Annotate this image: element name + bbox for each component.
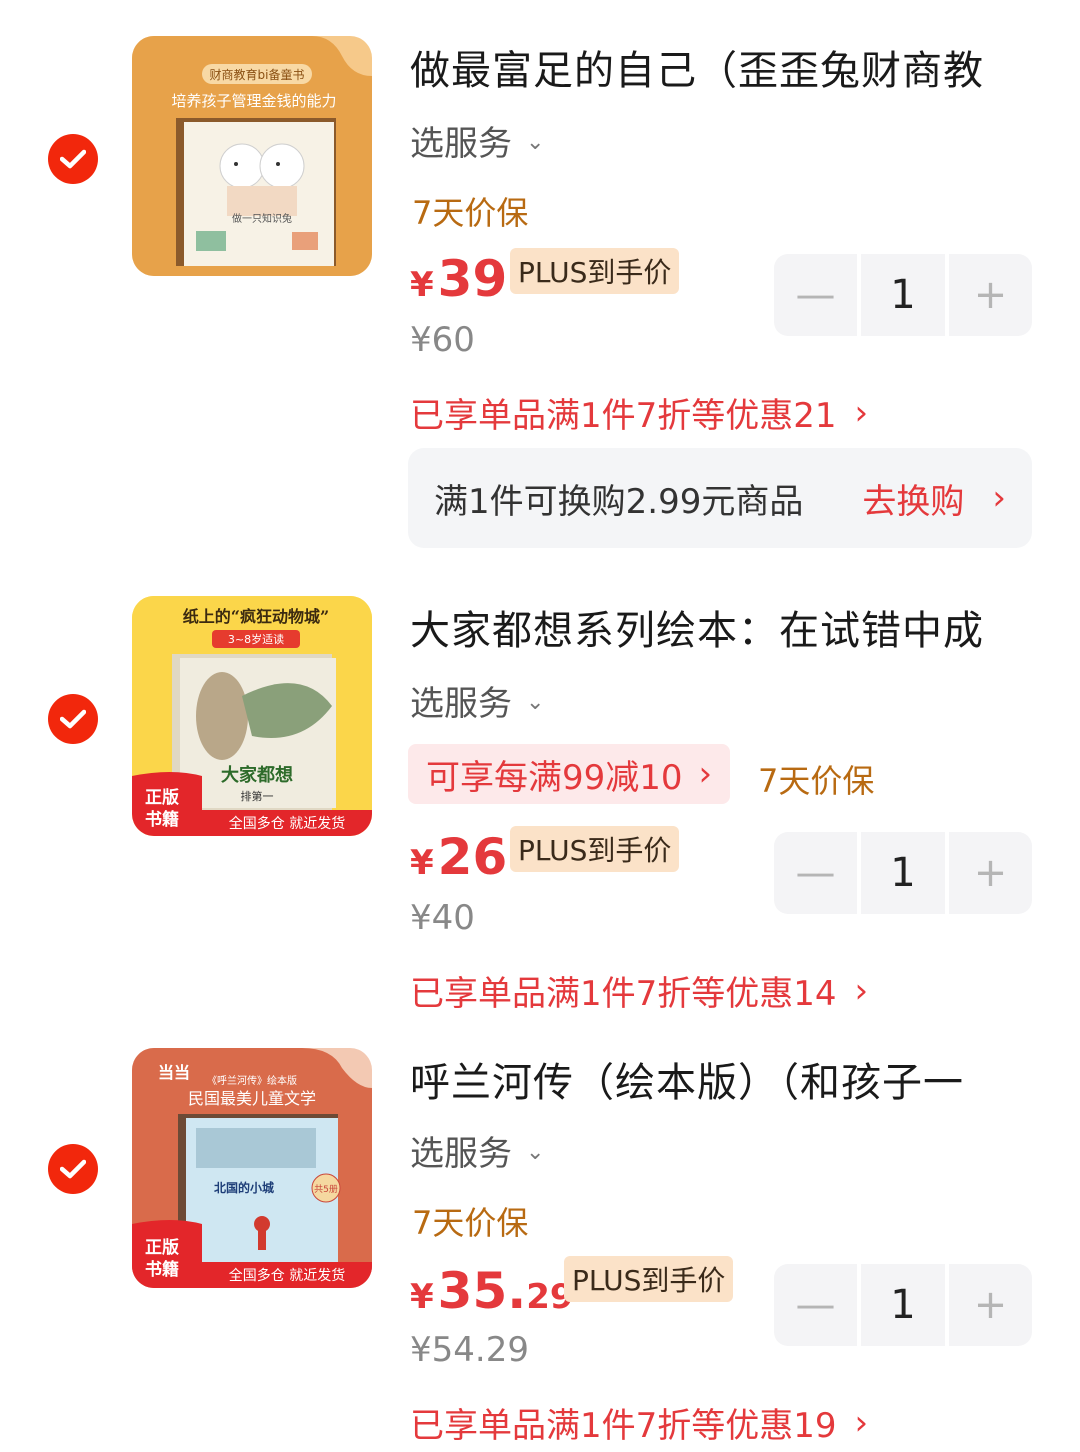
cart-item: 纸上的“疯狂动物城” 3~8岁适读 大家都想 排第一 正版 书籍 全国多仓 就近…	[0, 560, 1080, 1020]
original-price: ¥54.29	[410, 1330, 529, 1370]
discount-text: 已享单品满1件7折等优惠14	[410, 974, 837, 1014]
chevron-right-icon: ›	[854, 970, 869, 1011]
decrease-button[interactable]: —	[774, 254, 857, 336]
service-label: 选服务	[410, 124, 512, 164]
decrease-button[interactable]: —	[774, 1264, 857, 1346]
discount-info[interactable]: 已享单品满1件7折等优惠21 ›	[410, 388, 868, 437]
cover-text: 书籍	[145, 1259, 179, 1280]
cover-text: 做一只知识兔	[232, 212, 292, 225]
price: ¥ 35. 29	[410, 1262, 574, 1320]
cover-text: 大家都想	[221, 764, 293, 786]
exchange-link[interactable]: 去换购 ›	[862, 474, 1006, 523]
original-price: ¥40	[410, 898, 475, 938]
product-image[interactable]: 纸上的“疯狂动物城” 3~8岁适读 大家都想 排第一 正版 书籍 全国多仓 就近…	[132, 596, 372, 836]
chevron-down-icon: ⌄	[526, 1140, 545, 1165]
currency-symbol: ¥	[410, 1277, 434, 1317]
price-integer: 35.	[437, 1262, 527, 1320]
exchange-banner[interactable]: 满1件可换购2.99元商品 去换购 ›	[408, 448, 1032, 548]
cover-text: 3~8岁适读	[228, 632, 284, 646]
cover-text: 财商教育bi备童书	[210, 67, 305, 82]
price-integer: 26	[437, 828, 508, 886]
quantity-stepper: — 1 +	[774, 254, 1032, 336]
original-price: ¥60	[410, 320, 475, 360]
chevron-right-icon: ›	[854, 1402, 869, 1443]
cart-item: 当当 《呼兰河传》绘本版 民国最美儿童文学 北国的小城 共5册 正版 书籍 全国…	[0, 1012, 1080, 1452]
cover-text: 正版	[145, 787, 179, 808]
promo-text: 可享每满99减10	[426, 757, 683, 798]
promo-pill[interactable]: 可享每满99减10 ›	[408, 744, 731, 804]
plus-price-badge: PLUS到手价	[564, 1256, 734, 1302]
svg-text:当当: 当当	[158, 1063, 190, 1082]
cover-text: 培养孩子管理金钱的能力	[171, 92, 336, 110]
increase-button[interactable]: +	[949, 1264, 1032, 1346]
quantity-value[interactable]: 1	[861, 1264, 945, 1346]
quantity-value[interactable]: 1	[861, 832, 945, 914]
service-label: 选服务	[410, 684, 512, 724]
product-image[interactable]: 财商教育bi备童书 培养孩子管理金钱的能力 做一只知识兔	[132, 36, 372, 276]
selected-check-icon[interactable]	[48, 694, 98, 744]
price: ¥ 26	[410, 828, 507, 886]
exchange-text: 满1件可换购2.99元商品	[434, 481, 804, 522]
selected-check-icon[interactable]	[48, 134, 98, 184]
discount-text: 已享单品满1件7折等优惠19	[410, 1406, 837, 1446]
quantity-stepper: — 1 +	[774, 832, 1032, 914]
exchange-link-label: 去换购	[862, 481, 965, 522]
cover-text: 《呼兰河传》绘本版	[207, 1074, 297, 1087]
service-label: 选服务	[410, 1134, 512, 1174]
chevron-right-icon: ›	[854, 392, 869, 433]
service-selector[interactable]: 选服务 ⌄	[410, 676, 544, 725]
currency-symbol: ¥	[410, 265, 434, 305]
cover-text: 民国最美儿童文学	[188, 1089, 316, 1108]
product-title[interactable]: 呼兰河传（绘本版）（和孩子一	[410, 1050, 1000, 1108]
increase-button[interactable]: +	[949, 832, 1032, 914]
currency-symbol: ¥	[410, 843, 434, 883]
chevron-right-icon: ›	[698, 754, 713, 794]
cover-text: 纸上的“疯狂动物城”	[183, 607, 329, 626]
cover-text: 排第一	[241, 789, 274, 803]
discount-info[interactable]: 已享单品满1件7折等优惠14 ›	[410, 966, 868, 1015]
cover-text: 全国多仓 就近发货	[229, 1267, 345, 1284]
plus-price-badge: PLUS到手价	[510, 826, 680, 872]
chevron-down-icon: ⌄	[526, 130, 545, 155]
product-title[interactable]: 大家都想系列绘本：在试错中成	[410, 598, 1000, 656]
quantity-stepper: — 1 +	[774, 1264, 1032, 1346]
decrease-button[interactable]: —	[774, 832, 857, 914]
cover-text: 正版	[145, 1237, 179, 1258]
discount-info[interactable]: 已享单品满1件7折等优惠19 ›	[410, 1398, 868, 1447]
product-title[interactable]: 做最富足的自己（歪歪兔财商教	[410, 38, 1000, 96]
cover-text: 全国多仓 就近发货	[229, 815, 345, 832]
service-selector[interactable]: 选服务 ⌄	[410, 1126, 544, 1175]
price-integer: 39	[437, 250, 508, 308]
product-image[interactable]: 当当 《呼兰河传》绘本版 民国最美儿童文学 北国的小城 共5册 正版 书籍 全国…	[132, 1048, 372, 1288]
quantity-value[interactable]: 1	[861, 254, 945, 336]
cart-item: 财商教育bi备童书 培养孩子管理金钱的能力 做一只知识兔 做最富足的自己（歪歪兔…	[0, 0, 1080, 560]
price: ¥ 39	[410, 250, 507, 308]
price-guarantee-tag: 7天价保	[758, 762, 875, 800]
chevron-down-icon: ⌄	[526, 690, 545, 715]
cover-text: 书籍	[145, 809, 179, 830]
price-guarantee-tag: 7天价保	[412, 194, 529, 232]
increase-button[interactable]: +	[949, 254, 1032, 336]
cover-text: 共5册	[314, 1184, 338, 1195]
discount-text: 已享单品满1件7折等优惠21	[410, 396, 837, 436]
cover-text: 北国的小城	[214, 1180, 274, 1195]
selected-check-icon[interactable]	[48, 1144, 98, 1194]
service-selector[interactable]: 选服务 ⌄	[410, 116, 544, 165]
plus-price-badge: PLUS到手价	[510, 248, 680, 294]
chevron-right-icon: ›	[992, 478, 1006, 518]
price-guarantee-tag: 7天价保	[412, 1204, 529, 1242]
